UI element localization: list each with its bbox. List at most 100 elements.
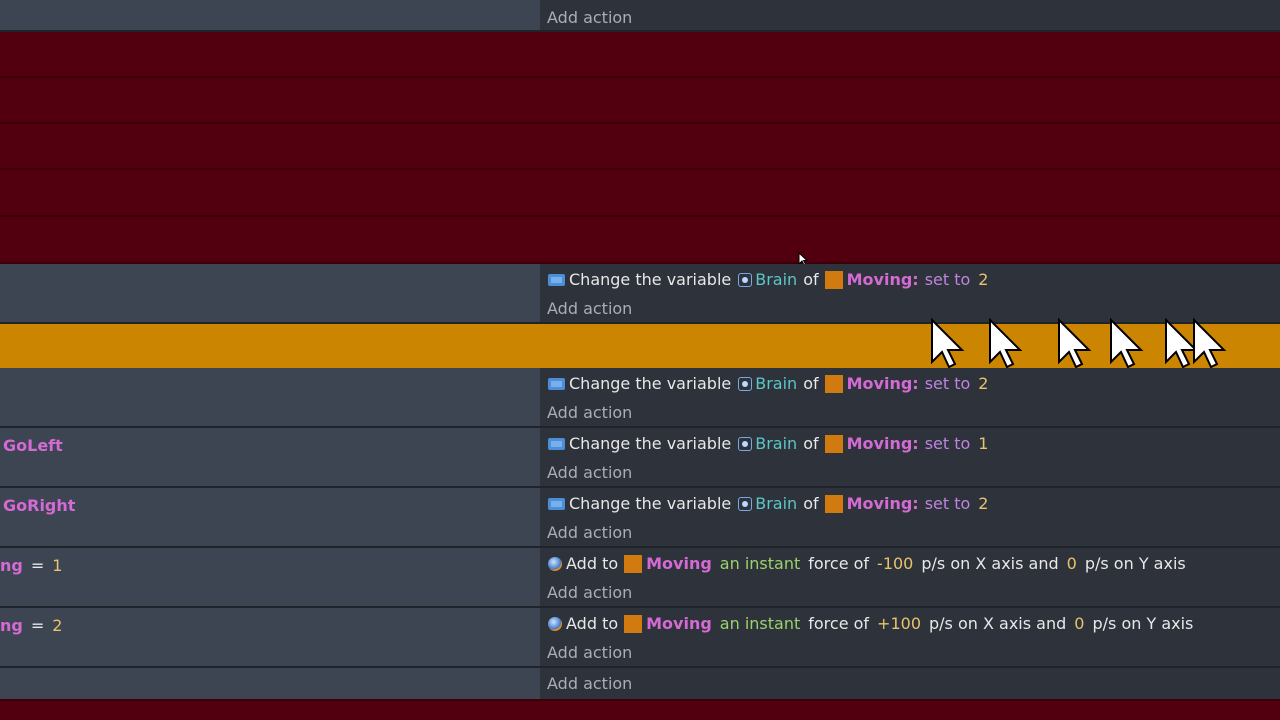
event-row[interactable]: GoRight Change the variable Brain of Mov…	[0, 488, 1280, 548]
operator-text: set to	[924, 270, 971, 289]
add-action-link[interactable]: Add action	[547, 299, 632, 318]
condition-text[interactable]: GoLeft	[3, 436, 63, 455]
variable-name: Brain	[755, 270, 798, 289]
action-text: Change the variable	[569, 270, 732, 289]
operator-text: set to	[924, 434, 971, 453]
disabled-events-block[interactable]	[0, 699, 1280, 720]
physics-force-icon	[548, 556, 562, 571]
object-thumbnail-icon	[824, 494, 843, 513]
value-text: 1	[978, 434, 989, 453]
action-add-force[interactable]: Add to Moving an instant force of +100 p…	[548, 614, 1193, 633]
condition-operator: =	[30, 616, 45, 635]
value-text: 2	[978, 270, 989, 289]
physics-force-icon	[548, 616, 562, 631]
event-row[interactable]: Change the variable Brain of Moving: set…	[0, 264, 1280, 324]
action-text: Change the variable	[569, 434, 732, 453]
operator-text: set to	[924, 374, 971, 393]
add-action-link[interactable]: Add action	[547, 8, 632, 27]
variable-icon	[548, 497, 565, 510]
event-row[interactable]: ng = 1 Add to Moving an instant force of -…	[0, 548, 1280, 608]
action-add-force[interactable]: Add to Moving an instant force of -100 p…	[548, 554, 1186, 573]
brain-variable-icon	[738, 272, 753, 287]
condition-text[interactable]: GoRight	[3, 496, 75, 515]
force-x-value: +100	[877, 614, 921, 633]
action-text: of	[803, 434, 819, 453]
event-row[interactable]: Change the variable Brain of Moving: set…	[0, 368, 1280, 428]
action-text: Change the variable	[569, 374, 732, 393]
mouse-cursor-icon	[989, 318, 1023, 369]
condition-operator: =	[30, 556, 45, 575]
event-conditions[interactable]: GoLeft	[0, 428, 540, 488]
event-conditions[interactable]	[0, 264, 540, 324]
action-text: p/s on X axis and	[929, 614, 1067, 633]
colon: :	[912, 494, 919, 513]
brain-variable-icon	[738, 436, 753, 451]
object-name: Moving	[846, 434, 913, 453]
row-divider	[0, 699, 1280, 701]
condition-compare[interactable]: ng = 1	[0, 556, 62, 575]
action-change-variable[interactable]: Change the variable Brain of Moving: set…	[548, 434, 988, 453]
action-text: force of	[808, 614, 870, 633]
action-text: of	[803, 270, 819, 289]
variable-icon	[548, 437, 565, 450]
action-change-variable[interactable]: Change the variable Brain of Moving: set…	[548, 270, 988, 289]
variable-icon	[548, 273, 565, 286]
force-type: an instant	[719, 554, 801, 573]
force-x-value: -100	[877, 554, 914, 573]
event-row[interactable]: ng = 2 Add to Moving an instant force of +…	[0, 608, 1280, 668]
object-thumbnail-icon	[824, 374, 843, 393]
event-row[interactable]: Add action	[0, 668, 1280, 699]
event-conditions[interactable]	[0, 368, 540, 428]
object-name: Moving	[846, 374, 913, 393]
colon: :	[912, 270, 919, 289]
action-text: force of	[808, 554, 870, 573]
event-row[interactable]: Add action	[0, 0, 1280, 32]
action-text: p/s on Y axis	[1084, 554, 1186, 573]
event-conditions[interactable]	[0, 668, 540, 699]
add-action-link[interactable]: Add action	[547, 583, 632, 602]
brain-variable-icon	[738, 376, 753, 391]
action-text: p/s on Y axis	[1092, 614, 1194, 633]
event-actions	[540, 668, 1280, 699]
event-conditions[interactable]: GoRight	[0, 488, 540, 548]
add-action-link[interactable]: Add action	[547, 403, 632, 422]
action-text: Add to	[566, 614, 619, 633]
mouse-cursor-icon	[1193, 318, 1227, 369]
row-divider	[0, 76, 1280, 78]
operator-text: set to	[924, 494, 971, 513]
value-text: 2	[978, 374, 989, 393]
colon: :	[912, 374, 919, 393]
row-divider	[0, 168, 1280, 170]
condition-value: 1	[52, 556, 63, 575]
object-name: Moving	[846, 494, 913, 513]
event-actions	[540, 0, 1280, 32]
add-action-link[interactable]: Add action	[547, 463, 632, 482]
object-thumbnail-icon	[624, 614, 643, 633]
action-text: Change the variable	[569, 494, 732, 513]
brain-variable-icon	[738, 496, 753, 511]
colon: :	[912, 434, 919, 453]
object-name: Moving	[646, 554, 712, 573]
disabled-events-block[interactable]	[0, 32, 1280, 264]
event-conditions[interactable]: ng = 2	[0, 608, 540, 668]
object-thumbnail-icon	[624, 554, 643, 573]
action-change-variable[interactable]: Change the variable Brain of Moving: set…	[548, 374, 988, 393]
mouse-cursor-icon	[931, 318, 965, 369]
object-thumbnail-icon	[824, 434, 843, 453]
mouse-cursor-icon	[1058, 318, 1092, 369]
event-conditions[interactable]	[0, 0, 540, 32]
add-action-link[interactable]: Add action	[547, 643, 632, 662]
action-change-variable[interactable]: Change the variable Brain of Moving: set…	[548, 494, 988, 513]
add-action-link[interactable]: Add action	[547, 523, 632, 542]
action-text: of	[803, 374, 819, 393]
mouse-cursor-icon	[1110, 318, 1144, 369]
condition-variable: ng	[0, 556, 23, 575]
object-name: Moving	[646, 614, 712, 633]
event-row[interactable]: GoLeft Change the variable Brain of Movi…	[0, 428, 1280, 488]
force-y-value: 0	[1074, 614, 1085, 633]
variable-name: Brain	[755, 434, 798, 453]
add-action-link[interactable]: Add action	[547, 674, 632, 693]
event-conditions[interactable]: ng = 1	[0, 548, 540, 608]
condition-compare[interactable]: ng = 2	[0, 616, 62, 635]
object-thumbnail-icon	[824, 270, 843, 289]
